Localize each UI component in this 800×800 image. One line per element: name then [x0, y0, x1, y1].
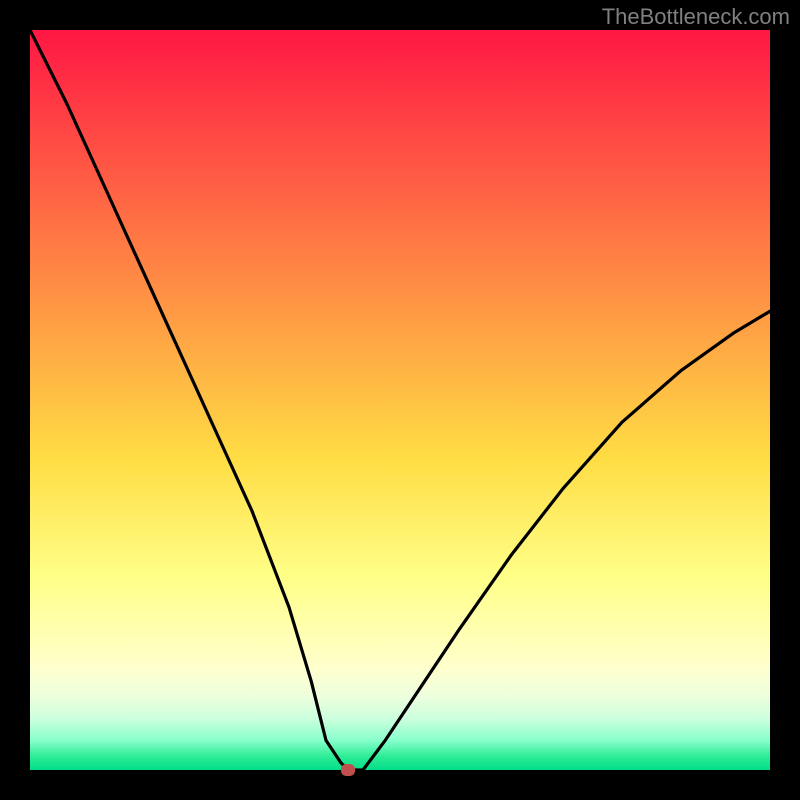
curve-layer [30, 30, 770, 770]
plot-area [30, 30, 770, 770]
chart-frame: TheBottleneck.com [0, 0, 800, 800]
watermark-text: TheBottleneck.com [602, 4, 790, 30]
bottleneck-curve [30, 30, 770, 770]
minimum-marker [341, 764, 355, 776]
